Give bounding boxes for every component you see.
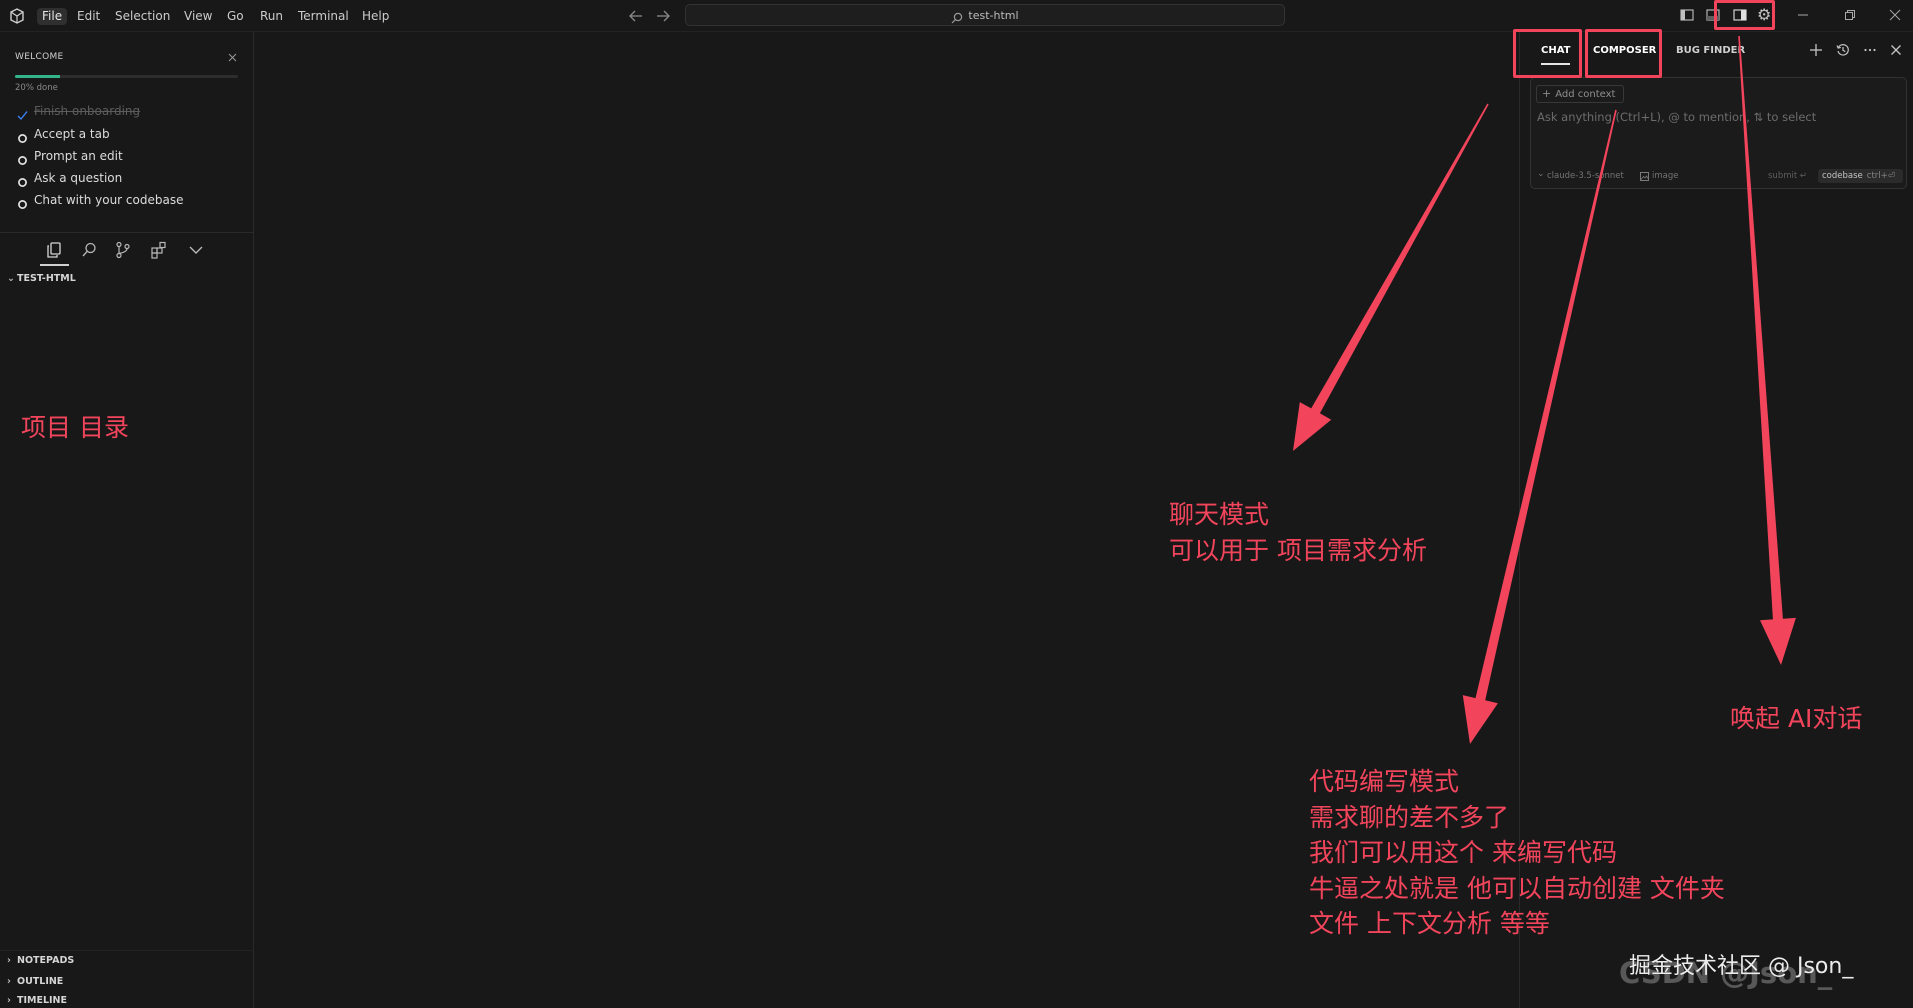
annotation-chat-mode: 聊天模式 可以用于 项目需求分析 xyxy=(1169,497,1427,568)
annotation-arrow-composer xyxy=(1462,109,1617,745)
annotation-line: 可以用于 项目需求分析 xyxy=(1169,535,1427,565)
annotation-project-dir: 项目 目录 xyxy=(21,413,129,442)
annotation-ai-dialog: 唤起 AI对话 xyxy=(1730,704,1863,733)
annotation-line: 需求聊的差不多了 xyxy=(1309,802,1510,832)
annotation-line: 代码编写模式 xyxy=(1309,767,1460,796)
annotation-arrow-chat xyxy=(1293,103,1489,451)
annotation-line: 我们可以用这个 来编写代码 xyxy=(1309,838,1617,867)
annotation-line: 牛逼之处就是 他可以自动创建 文件夹 xyxy=(1309,873,1725,903)
annotation-line: 文件 上下文分析 等等 xyxy=(1309,909,1550,938)
annotation-line: 聊天模式 xyxy=(1169,500,1270,529)
annotation-arrow-ai-dialog xyxy=(1738,35,1796,665)
annotation-composer-mode: 代码编写模式 需求聊的差不多了 我们可以用这个 来编写代码 牛逼之处就是 他可以… xyxy=(1309,764,1725,942)
